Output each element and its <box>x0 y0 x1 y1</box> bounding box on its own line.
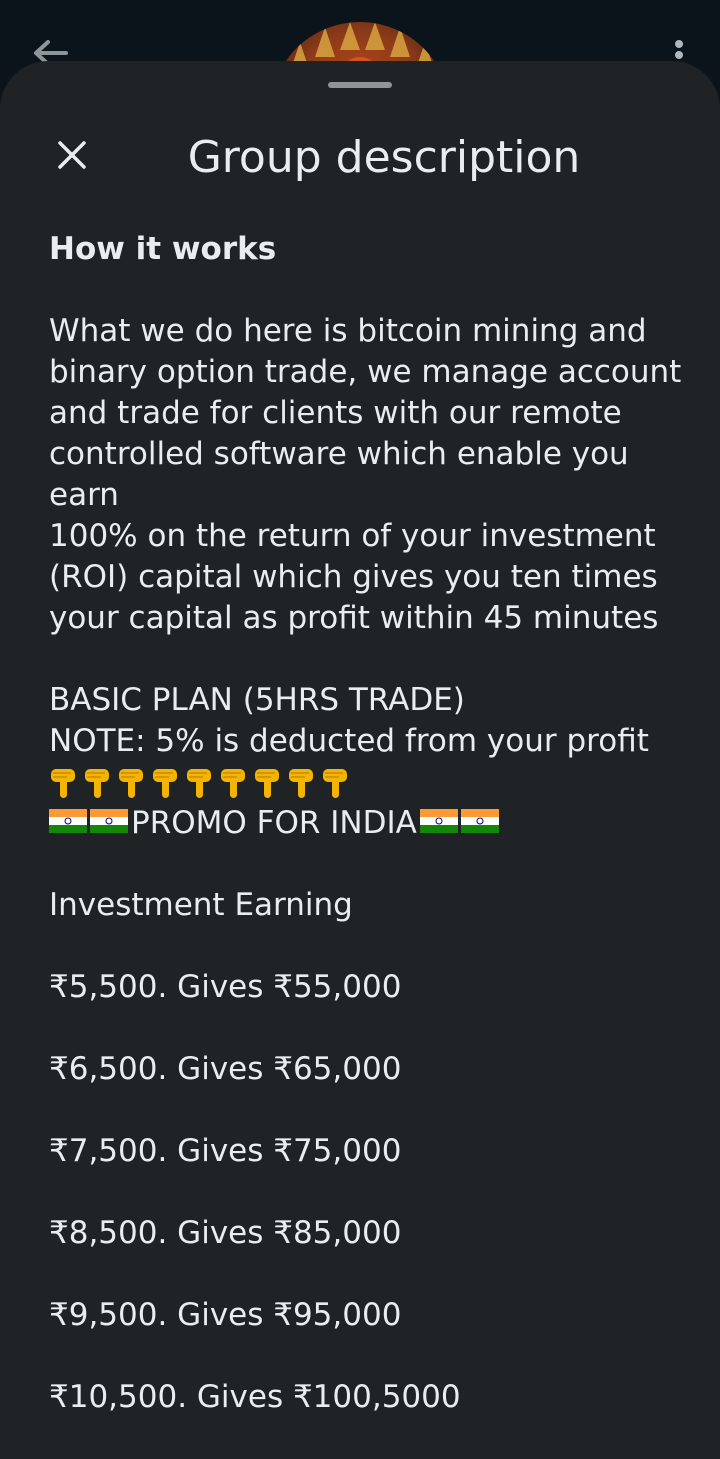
close-icon <box>58 141 86 169</box>
backhand-index-pointing-down-icon <box>287 766 317 800</box>
plan-row: ₹6,500. Gives ₹65,000 <box>49 1051 402 1087</box>
india-flag-icon <box>419 803 458 833</box>
backhand-index-pointing-down-icon <box>49 766 79 800</box>
backhand-index-pointing-down-icon <box>151 766 181 800</box>
backhand-index-pointing-down-icon <box>219 766 249 800</box>
group-description-sheet: Group description How it works What we d… <box>0 61 720 1459</box>
plan-row: ₹8,500. Gives ₹85,000 <box>49 1215 402 1251</box>
backhand-index-pointing-down-icon <box>321 766 351 800</box>
table-header: Investment Earning <box>49 887 353 923</box>
plan-title: BASIC PLAN (5HRS TRADE) <box>49 682 465 718</box>
plan-list: ₹5,500. Gives ₹55,000 ₹6,500. Gives ₹65,0… <box>49 926 689 1418</box>
promo-text: PROMO FOR INDIA <box>131 805 417 841</box>
emoji-row <box>49 762 689 803</box>
description-paragraph: What we do here is bitcoin mining and bi… <box>49 313 682 636</box>
description-body: How it works What we do here is bitcoin … <box>49 229 689 1418</box>
backhand-index-pointing-down-icon <box>185 766 215 800</box>
description-heading: How it works <box>49 231 277 267</box>
promo-line: PROMO FOR INDIA <box>49 803 689 844</box>
plan-row: ₹7,500. Gives ₹75,000 <box>49 1133 402 1169</box>
india-flag-icon <box>460 803 499 833</box>
india-flag-icon <box>49 803 87 833</box>
backhand-index-pointing-down-icon <box>253 766 283 800</box>
plan-row: ₹5,500. Gives ₹55,000 <box>49 969 402 1005</box>
plan-row: ₹10,500. Gives ₹100,5000 <box>49 1379 461 1415</box>
plan-row: ₹9,500. Gives ₹95,000 <box>49 1297 402 1333</box>
close-button[interactable] <box>50 133 94 177</box>
sheet-title: Group description <box>187 132 581 183</box>
india-flag-icon <box>90 803 128 833</box>
backhand-index-pointing-down-icon <box>83 766 113 800</box>
drag-handle[interactable] <box>328 82 392 88</box>
backhand-index-pointing-down-icon <box>117 766 147 800</box>
plan-note: NOTE: 5% is deducted from your profit <box>49 723 649 759</box>
